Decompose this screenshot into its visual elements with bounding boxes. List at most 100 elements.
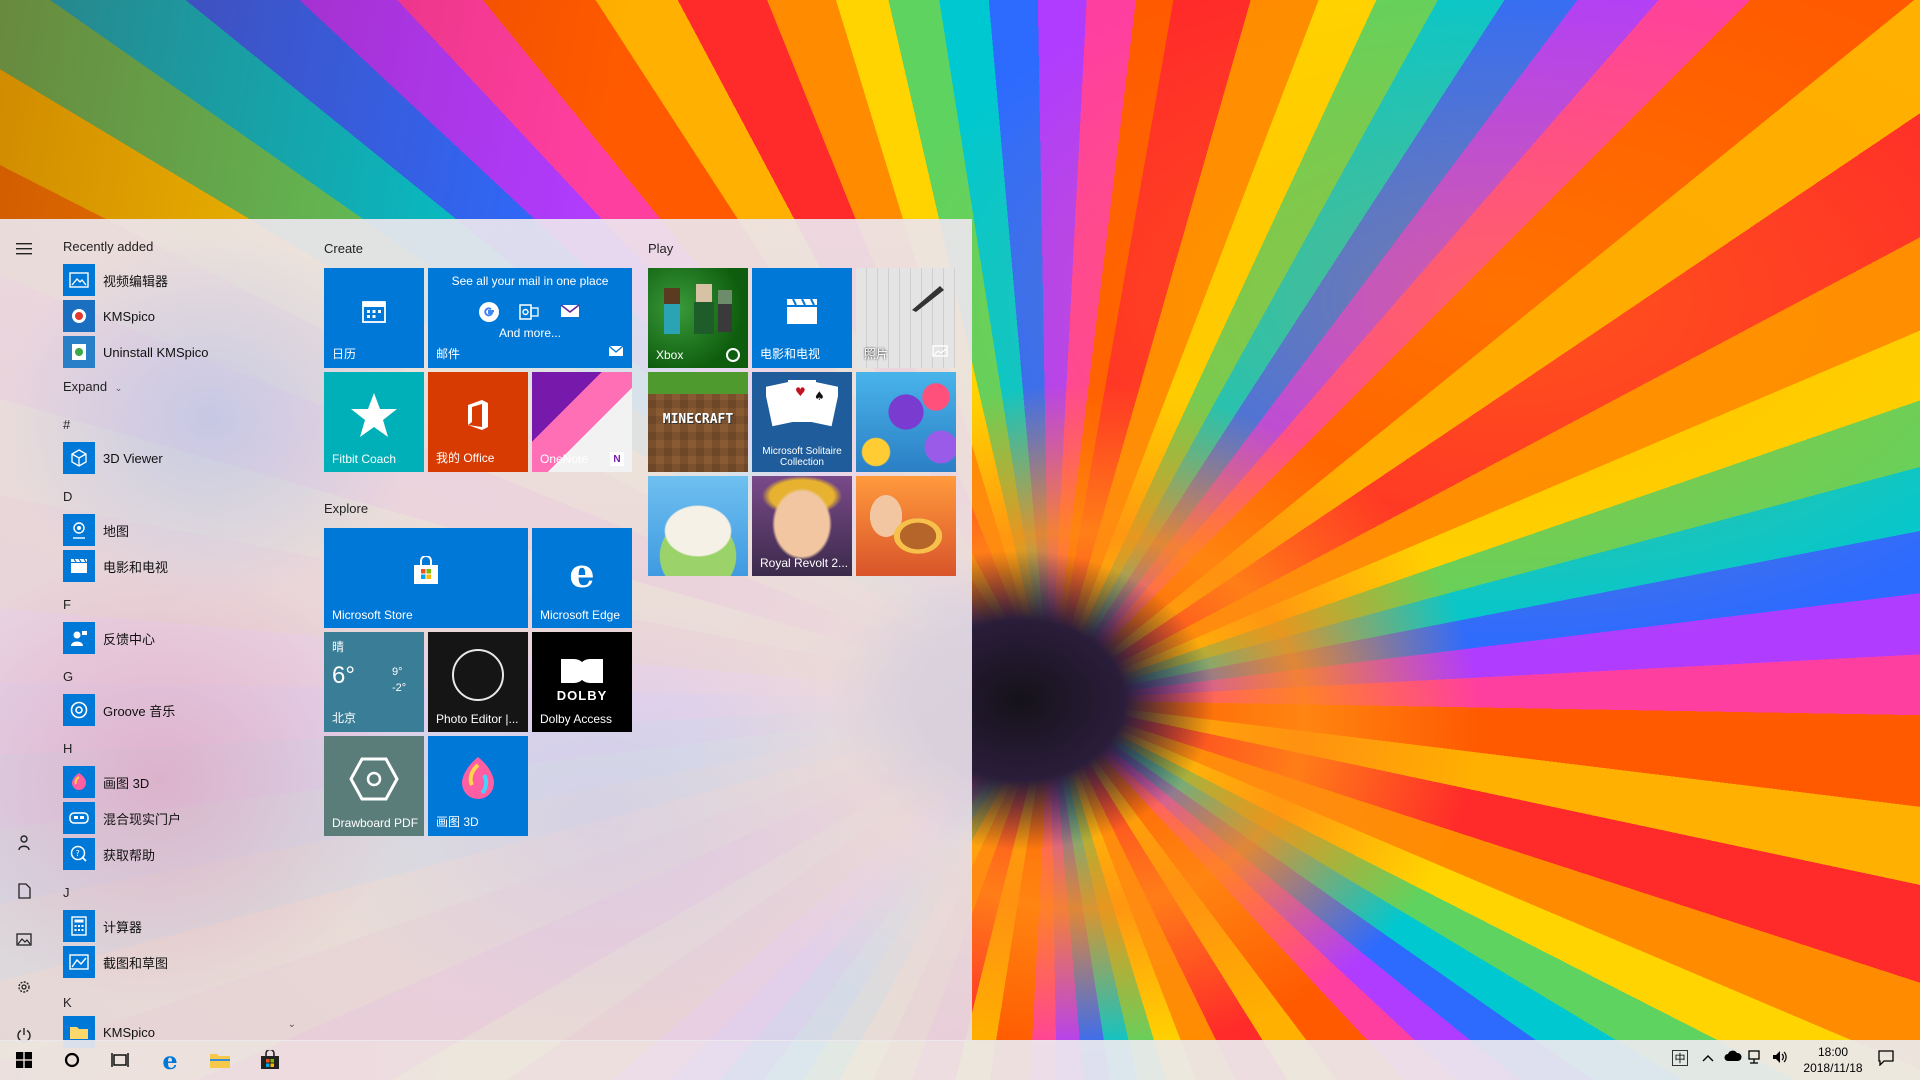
onedrive-cloud-icon[interactable] — [1724, 1050, 1742, 1065]
section-header-h[interactable]: H — [63, 741, 72, 756]
tile-paint-3d[interactable]: 画图 3D — [428, 736, 528, 836]
office-logo-icon — [464, 399, 492, 437]
solitaire-caption: Microsoft Solitaire Collection — [762, 446, 842, 468]
folder-icon — [210, 1054, 230, 1068]
xbox-logo-icon — [726, 348, 740, 362]
hamburger-menu-icon[interactable] — [8, 233, 40, 265]
chevron-down-icon[interactable]: ⌄ — [288, 1019, 296, 1030]
tile-calendar[interactable]: 日历 — [324, 268, 424, 368]
section-header-f[interactable]: F — [63, 597, 71, 612]
tile-label: 日历 — [332, 347, 357, 361]
app-name: KMSpico — [103, 1024, 156, 1040]
tile-onenote[interactable]: OneNote N — [532, 372, 632, 472]
taskbar-edge-button[interactable]: e — [146, 1040, 194, 1080]
mail-badge-icon — [608, 344, 624, 362]
tile-cooking-fever[interactable] — [856, 476, 956, 576]
network-icon[interactable] — [1748, 1050, 1764, 1067]
tile-weather[interactable]: 晴 6° 9° -2° 北京 — [324, 632, 424, 732]
group-title-play[interactable]: Play — [648, 241, 673, 256]
cortana-button[interactable] — [48, 1040, 96, 1080]
tile-hay-day-cow[interactable] — [648, 476, 748, 576]
tile-label: 北京 — [332, 711, 357, 725]
tile-label: Dolby Access — [540, 712, 613, 726]
tile-drawboard-pdf[interactable]: Drawboard PDF — [324, 736, 424, 836]
google-icon — [479, 302, 499, 322]
settings-gear-icon[interactable] — [8, 971, 40, 1003]
section-header-g[interactable]: G — [63, 669, 73, 684]
app-name: 获取帮助 — [103, 847, 156, 863]
user-account-icon[interactable] — [8, 827, 40, 859]
tile-minecraft[interactable]: MINECRAFT — [648, 372, 748, 472]
tile-mail[interactable]: See all your mail in one place And more.… — [428, 268, 632, 368]
tile-microsoft-store[interactable]: Microsoft Store — [324, 528, 528, 628]
group-title-explore[interactable]: Explore — [324, 501, 368, 516]
app-name: 电影和电视 — [103, 559, 169, 575]
tile-dolby-access[interactable]: DOLBY Dolby Access — [532, 632, 632, 732]
tile-movies-tv[interactable]: 电影和电视 — [752, 268, 852, 368]
list-item-calculator[interactable]: 计算器 — [63, 909, 303, 943]
taskbar: e 中 18:00 2018/11/18 — [0, 1040, 1920, 1080]
cooking-fever-art — [856, 476, 956, 576]
show-hidden-icons-chevron-up-icon[interactable] — [1702, 1050, 1714, 1065]
cortana-circle-icon — [64, 1052, 80, 1068]
tile-xbox[interactable]: Xbox — [648, 268, 748, 368]
cube-icon — [63, 442, 95, 474]
list-item-kmspico[interactable]: KMSpico — [63, 299, 303, 333]
app-name: Groove 音乐 — [103, 703, 176, 719]
tile-photos[interactable]: 照片 — [856, 268, 956, 368]
onenote-badge-icon: N — [610, 452, 624, 466]
calendar-icon — [360, 297, 388, 331]
action-center-icon[interactable] — [1878, 1050, 1894, 1069]
windows-start-button[interactable] — [0, 1040, 48, 1080]
list-item-groove-music[interactable]: Groove 音乐 — [63, 693, 303, 727]
section-header-k[interactable]: K — [63, 995, 72, 1010]
group-title-create[interactable]: Create — [324, 241, 363, 256]
app-name: 计算器 — [103, 919, 143, 935]
list-item-video-editor[interactable]: 视频编辑器 — [63, 263, 303, 297]
pictures-icon[interactable] — [8, 923, 40, 955]
list-item-feedback-hub[interactable]: 反馈中心 — [63, 621, 303, 655]
volume-icon[interactable] — [1772, 1050, 1788, 1067]
dirt-block-texture — [648, 394, 748, 472]
hexagon-icon — [349, 756, 399, 808]
section-header-hash[interactable]: # — [63, 417, 70, 432]
tile-my-office[interactable]: 我的 Office — [428, 372, 528, 472]
list-item-paint-3d[interactable]: 画图 3D — [63, 765, 303, 799]
taskbar-file-explorer-button[interactable] — [196, 1040, 244, 1080]
dolby-wordmark: DOLBY — [556, 688, 608, 703]
recently-added-header: Recently added — [63, 239, 154, 254]
svg-text:♠: ♠ — [814, 389, 825, 403]
system-clock[interactable]: 18:00 2018/11/18 — [1788, 1044, 1878, 1076]
list-item-uninstall-kmspico[interactable]: Uninstall KMSpico — [63, 335, 303, 369]
task-view-button[interactable] — [96, 1040, 144, 1080]
pen-icon — [912, 286, 944, 312]
tile-fitbit-coach[interactable]: Fitbit Coach — [324, 372, 424, 472]
app-name: 混合现实门户 — [103, 811, 182, 827]
tile-bubble-witch[interactable] — [856, 372, 956, 472]
tile-microsoft-edge[interactable]: e Microsoft Edge — [532, 528, 632, 628]
section-header-j[interactable]: J — [63, 885, 70, 900]
app-name: Uninstall KMSpico — [103, 344, 209, 360]
list-item-movies-tv[interactable]: 电影和电视 — [63, 549, 303, 583]
expand-button[interactable]: Expand ⌄ — [63, 379, 122, 394]
list-item-mixed-reality-portal[interactable]: 混合现实门户 — [63, 801, 303, 835]
store-bag-icon — [261, 1050, 279, 1069]
list-item-3d-viewer[interactable]: 3D Viewer — [63, 441, 303, 475]
tile-label: Xbox — [656, 348, 684, 362]
task-view-icon — [111, 1053, 129, 1067]
cow-game-art — [648, 476, 748, 576]
list-item-snip-sketch[interactable]: 截图和草图 — [63, 945, 303, 979]
chevron-down-icon: ⌄ — [114, 383, 123, 393]
ime-indicator[interactable]: 中 — [1672, 1050, 1688, 1066]
app-name: 地图 — [103, 523, 130, 539]
tile-solitaire[interactable]: ♥ ♠ Microsoft Solitaire Collection — [752, 372, 852, 472]
section-header-d[interactable]: D — [63, 489, 72, 504]
app-name: 截图和草图 — [103, 955, 169, 971]
list-item-get-help[interactable]: ? 获取帮助 — [63, 837, 303, 871]
list-item-maps[interactable]: 地图 — [63, 513, 303, 547]
tile-royal-revolt[interactable]: Royal Revolt 2... — [752, 476, 852, 576]
documents-icon[interactable] — [8, 875, 40, 907]
taskbar-store-button[interactable] — [246, 1040, 294, 1080]
tile-label: 我的 Office — [436, 451, 495, 465]
tile-photo-editor[interactable]: Photo Editor |... — [428, 632, 528, 732]
